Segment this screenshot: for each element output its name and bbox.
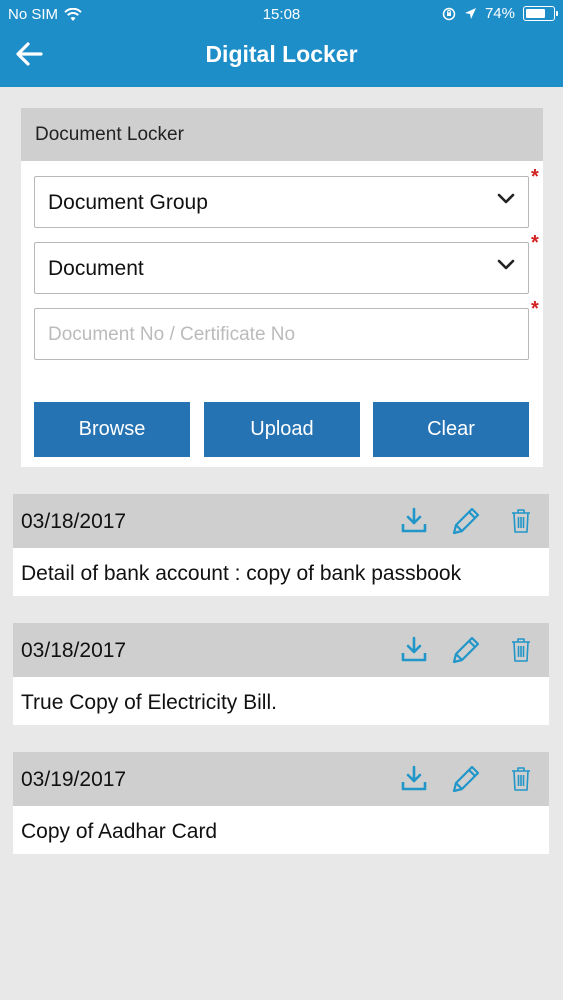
document-select[interactable]: Document — [34, 242, 529, 294]
download-icon — [401, 507, 427, 533]
delete-button[interactable] — [510, 508, 532, 539]
document-date: 03/19/2017 — [21, 768, 127, 791]
download-button[interactable] — [399, 763, 429, 798]
pencil-icon — [452, 636, 480, 664]
document-date: 03/18/2017 — [21, 639, 127, 662]
document-description: Copy of Aadhar Card — [21, 820, 218, 843]
chevron-down-icon — [497, 259, 515, 270]
download-button[interactable] — [399, 505, 429, 540]
upload-button[interactable]: Upload — [204, 402, 360, 457]
edit-button[interactable] — [450, 763, 482, 800]
delete-button[interactable] — [510, 637, 532, 668]
download-icon — [401, 765, 427, 791]
document-value: Document — [48, 257, 144, 280]
download-button[interactable] — [399, 634, 429, 669]
edit-button[interactable] — [450, 634, 482, 671]
document-number-input[interactable]: Document No / Certificate No — [34, 308, 529, 360]
document-description: Detail of bank account : copy of bank pa… — [21, 562, 462, 585]
list-item: 03/19/2017 Copy of Aadhar Card — [13, 752, 549, 854]
pencil-icon — [452, 765, 480, 793]
download-icon — [401, 636, 427, 662]
clear-button[interactable]: Clear — [373, 402, 529, 457]
delete-button[interactable] — [510, 766, 532, 797]
trash-icon — [512, 509, 530, 533]
required-marker: * — [531, 166, 539, 188]
trash-icon — [512, 638, 530, 662]
card-title: Document Locker — [21, 108, 543, 161]
pencil-icon — [452, 507, 480, 535]
trash-icon — [512, 767, 530, 791]
list-item: 03/18/2017 True Copy of Electricity Bill… — [13, 623, 549, 725]
edit-button[interactable] — [450, 505, 482, 542]
document-group-select[interactable]: Document Group — [34, 176, 529, 228]
browse-button[interactable]: Browse — [34, 402, 190, 457]
page-title: Digital Locker — [205, 41, 358, 67]
location-arrow-icon — [464, 8, 476, 19]
battery-percent: 74% — [484, 5, 515, 22]
document-number-placeholder: Document No / Certificate No — [48, 324, 296, 345]
document-description: True Copy of Electricity Bill. — [21, 691, 277, 714]
app-header: No SIM 15:08 74% Digital Locker — [0, 0, 563, 87]
orientation-lock-icon — [442, 7, 456, 20]
chevron-down-icon — [497, 193, 515, 204]
required-marker: * — [531, 232, 539, 254]
document-date: 03/18/2017 — [21, 510, 127, 533]
battery-level — [525, 8, 545, 18]
document-group-value: Document Group — [48, 191, 208, 214]
document-locker-card: Document Locker Document Group * Documen… — [21, 108, 543, 467]
required-marker: * — [531, 298, 539, 320]
status-bar: No SIM 15:08 74% — [0, 0, 563, 30]
list-item: 03/18/2017 Detail of bank account : copy… — [13, 494, 549, 596]
battery-icon — [523, 6, 558, 21]
